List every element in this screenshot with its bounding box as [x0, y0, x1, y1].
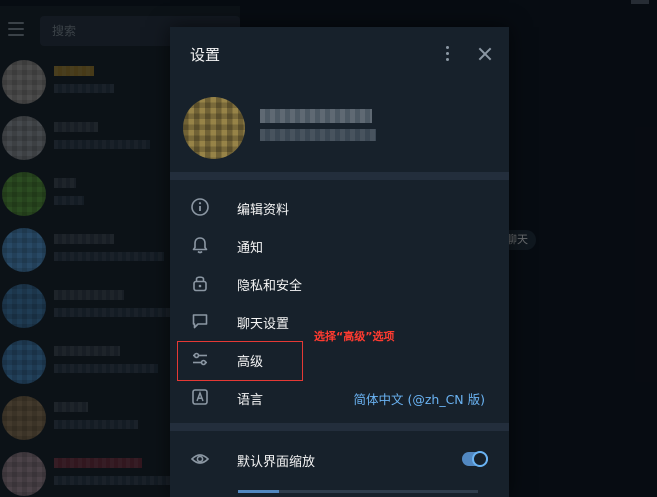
profile-avatar[interactable] [183, 97, 245, 159]
chat-bubble-icon [192, 314, 208, 329]
profile-name [260, 109, 372, 123]
annotation-text: 选择“高级”选项 [314, 330, 395, 343]
close-icon[interactable] [475, 44, 495, 64]
bell-icon [192, 237, 208, 254]
eye-icon [190, 454, 210, 464]
scale-slider-fill [238, 490, 279, 493]
dialog-title: 设置 [190, 46, 221, 64]
lock-icon [193, 276, 207, 292]
menu-item-notifications[interactable]: 通知 [170, 226, 509, 264]
settings-dialog: 设置 编辑资料 通知 隐私和安全 聊天设置 高级 语言 简体中文 (@zh_CN… [170, 27, 509, 497]
interface-scale-toggle[interactable] [462, 451, 488, 467]
language-icon [192, 389, 208, 405]
menu-item-label: 通知 [237, 241, 264, 256]
menu-item-label: 聊天设置 [237, 317, 290, 332]
menu-item-label: 默认界面缩放 [237, 455, 316, 470]
menu-item-language[interactable]: 语言 简体中文 (@zh_CN 版) [170, 378, 509, 416]
scale-slider[interactable] [238, 490, 478, 493]
menu-item-label: 编辑资料 [237, 203, 290, 218]
more-options-icon[interactable] [440, 44, 454, 64]
profile-phone [260, 129, 376, 141]
menu-item-label: 语言 [237, 393, 264, 408]
toggle-knob [472, 451, 488, 467]
menu-item-label: 隐私和安全 [237, 279, 303, 294]
language-value: 简体中文 (@zh_CN 版) [353, 392, 485, 407]
menu-item-privacy[interactable]: 隐私和安全 [170, 264, 509, 302]
menu-item-interface-scale[interactable]: 默认界面缩放 [170, 440, 509, 478]
annotation-highlight-box [177, 341, 303, 381]
info-icon [191, 198, 209, 216]
menu-item-edit-profile[interactable]: 编辑资料 [170, 188, 509, 226]
divider [170, 172, 509, 180]
divider [170, 423, 509, 431]
